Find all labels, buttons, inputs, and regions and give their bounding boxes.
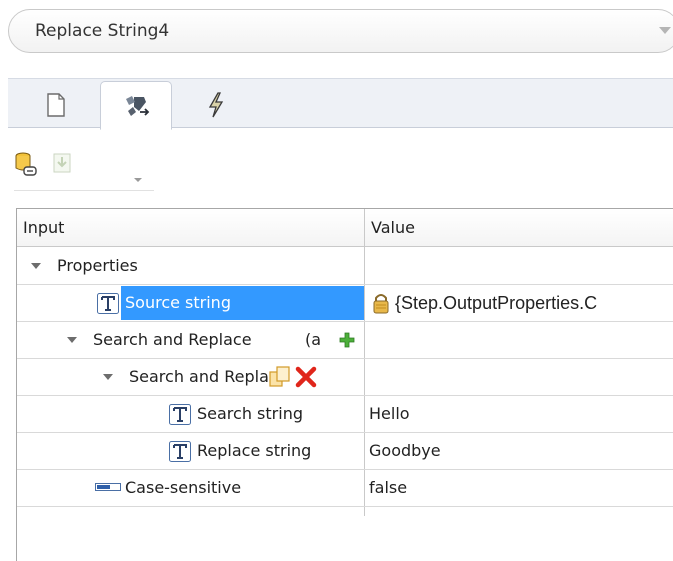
map-input-icon xyxy=(126,95,150,116)
row-label: Properties xyxy=(57,256,138,275)
text-type-icon xyxy=(97,293,119,314)
collapse-icon[interactable] xyxy=(31,263,41,269)
row-label: Search string xyxy=(197,404,303,423)
step-select[interactable]: Replace String4 xyxy=(8,9,673,53)
lightning-icon xyxy=(208,91,224,117)
import-button[interactable] xyxy=(52,152,76,176)
table-row[interactable]: Search and Repla xyxy=(17,359,673,396)
row-label: Source string xyxy=(125,293,231,312)
row-label: Search and Replace xyxy=(93,330,252,349)
toolbar-dropdown-icon[interactable] xyxy=(134,178,142,182)
row-value[interactable] xyxy=(365,248,673,284)
tab-general[interactable] xyxy=(20,81,92,128)
row-value[interactable]: {Step.OutputProperties.C xyxy=(391,285,673,321)
add-icon[interactable] xyxy=(339,332,355,348)
grid-header: Input Value xyxy=(17,209,673,247)
row-value[interactable]: false xyxy=(365,470,673,506)
table-row[interactable]: Search and Replace (a xyxy=(17,322,673,359)
delete-icon[interactable] xyxy=(295,366,317,388)
step-select-value: Replace String4 xyxy=(35,21,170,41)
tab-mapping[interactable] xyxy=(100,81,172,130)
column-header-input[interactable]: Input xyxy=(17,209,64,247)
row-value[interactable]: Hello xyxy=(365,396,673,432)
bind-data-button[interactable] xyxy=(14,152,38,176)
copy-icon[interactable] xyxy=(269,366,291,388)
tab-events[interactable] xyxy=(180,81,252,128)
collapse-icon[interactable] xyxy=(103,374,113,380)
table-row[interactable]: Properties xyxy=(17,248,673,285)
table-row[interactable]: Search string Hello xyxy=(17,396,673,433)
collapse-icon[interactable] xyxy=(67,337,77,343)
row-value[interactable] xyxy=(365,322,673,358)
row-label-suffix: (a xyxy=(305,330,322,349)
table-row[interactable]: Source string {Step.OutputProperties.C xyxy=(17,285,673,322)
toolbar-divider xyxy=(14,190,154,191)
row-label: Case-sensitive xyxy=(125,478,242,497)
row-value[interactable]: Goodbye xyxy=(365,433,673,469)
properties-panel: Replace String4 Input Value Properties S… xyxy=(0,0,673,561)
lock-icon xyxy=(373,294,389,314)
toolbar xyxy=(14,152,174,192)
table-row[interactable]: Case-sensitive false xyxy=(17,470,673,507)
text-type-icon xyxy=(169,404,191,425)
table-row[interactable]: Replace string Goodbye xyxy=(17,433,673,470)
input-grid: Input Value Properties Source string {St… xyxy=(16,208,673,561)
row-value[interactable] xyxy=(365,359,673,395)
boolean-type-icon xyxy=(95,483,121,491)
row-label: Search and Repla xyxy=(129,367,269,386)
tab-bar xyxy=(8,78,673,130)
text-type-icon xyxy=(169,441,191,462)
document-icon xyxy=(47,92,65,117)
column-header-value[interactable]: Value xyxy=(365,209,415,247)
import-icon xyxy=(53,153,71,173)
database-link-icon xyxy=(15,152,37,176)
dropdown-arrow-icon[interactable] xyxy=(659,27,671,34)
row-label: Replace string xyxy=(197,441,312,460)
